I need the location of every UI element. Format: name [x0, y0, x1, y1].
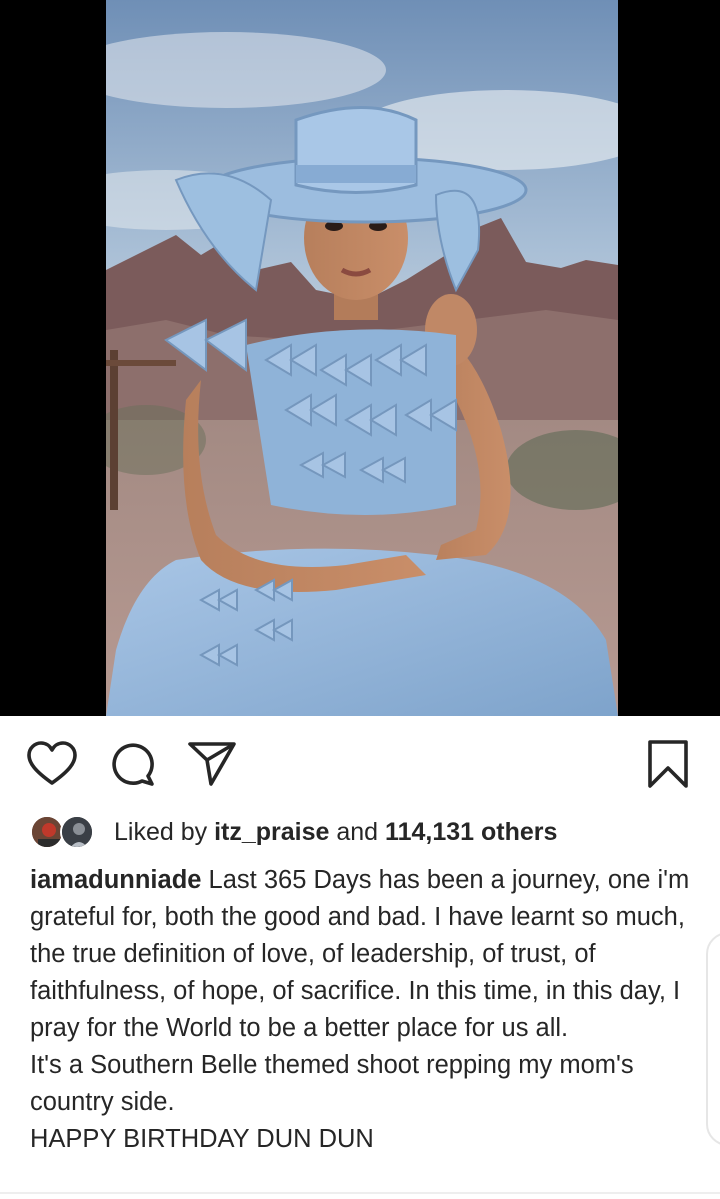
comment-icon [112, 743, 154, 786]
caption-username[interactable]: iamadunniade [30, 866, 201, 894]
heart-icon [27, 741, 77, 785]
like-button[interactable] [26, 738, 78, 790]
likes-prefix: Liked by [114, 817, 208, 846]
post-caption: iamadunniade Last 365 Days has been a jo… [30, 862, 702, 1158]
avatar [30, 815, 64, 849]
likes-text: Liked by itz_praise and 114,131 others [114, 817, 557, 846]
caption-line: It's a Southern Belle themed shoot reppi… [30, 1051, 634, 1116]
post-photo[interactable] [106, 0, 618, 716]
share-button[interactable] [186, 738, 238, 790]
likes-middle: and [336, 817, 379, 846]
divider [0, 1192, 720, 1194]
caption-line: HAPPY BIRTHDAY DUN DUN [30, 1125, 374, 1153]
save-button[interactable] [642, 738, 694, 790]
likes-count[interactable]: 114,131 others [385, 818, 557, 846]
post-photo-illustration [106, 0, 618, 716]
likes-summary[interactable]: Liked by itz_praise and 114,131 others [30, 810, 557, 854]
caption-paragraph: iamadunniade Last 365 Days has been a jo… [30, 862, 702, 1047]
liker-avatars [30, 812, 100, 852]
post-action-bar [0, 716, 720, 812]
scroll-edge-indicator [706, 932, 720, 1146]
send-icon [188, 742, 236, 786]
liker-username[interactable]: itz_praise [214, 818, 329, 846]
post-media[interactable] [0, 0, 720, 716]
bookmark-icon [648, 740, 688, 788]
comment-button[interactable] [106, 738, 158, 790]
avatar [60, 815, 94, 849]
